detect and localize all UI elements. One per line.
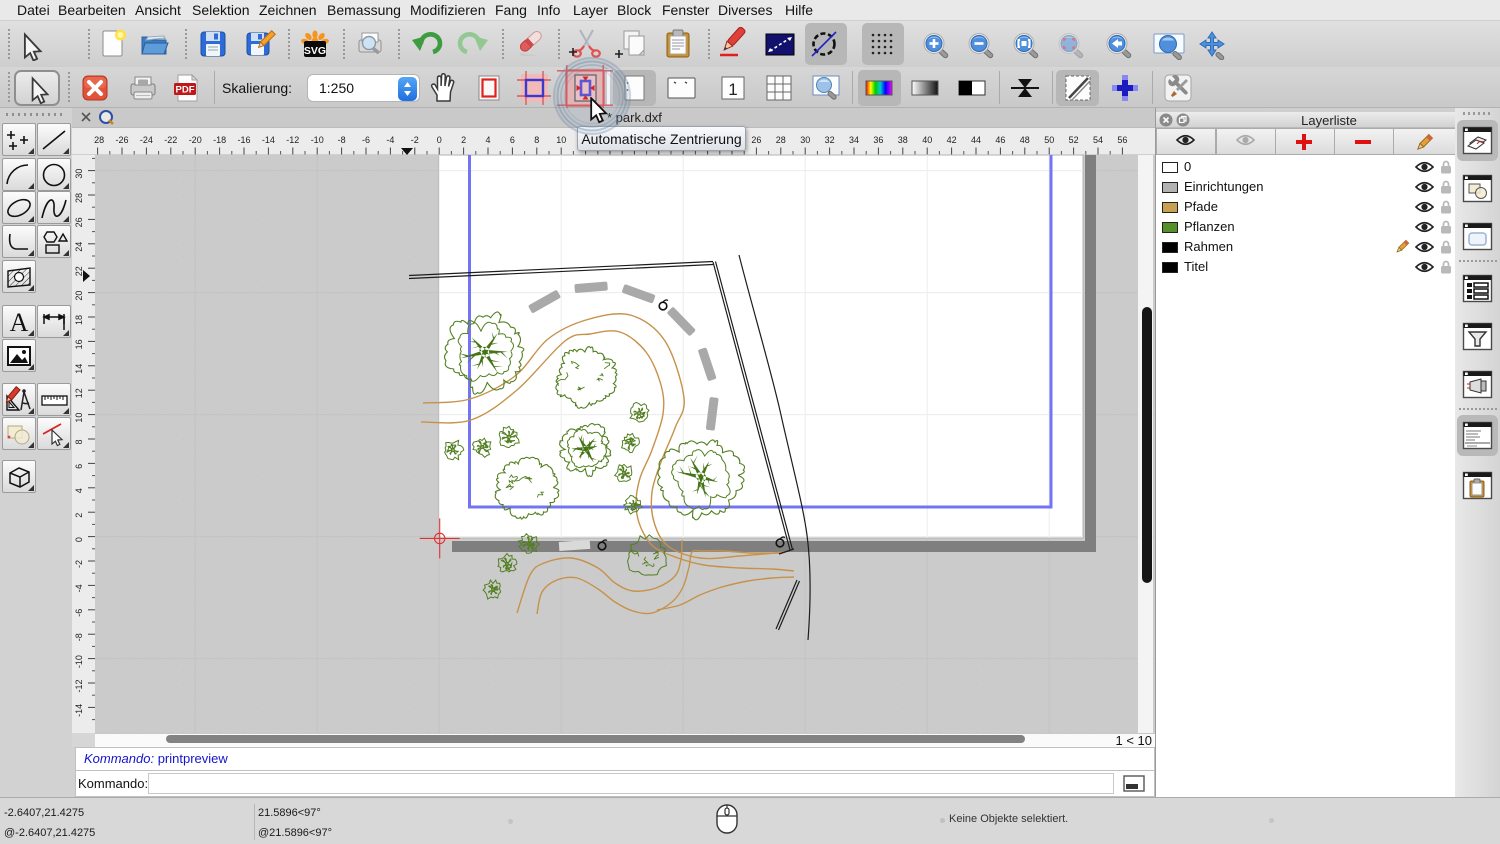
- svg-text:-8: -8: [74, 633, 84, 641]
- svg-text:30: 30: [74, 169, 84, 179]
- svg-text:56: 56: [1117, 135, 1127, 145]
- svg-text:1 < 10: 1 < 10: [1115, 733, 1152, 747]
- svg-text:-14: -14: [74, 704, 84, 717]
- svg-text:-12: -12: [74, 679, 84, 692]
- svg-text:24: 24: [74, 242, 84, 252]
- svg-text:-20: -20: [189, 135, 202, 145]
- svg-text:26: 26: [751, 135, 761, 145]
- svg-text:1: 1: [728, 80, 737, 99]
- svg-text:SVG: SVG: [304, 45, 326, 57]
- svg-text:32: 32: [825, 135, 835, 145]
- svg-text:PDF: PDF: [176, 85, 195, 96]
- svg-text:-4: -4: [74, 584, 84, 592]
- svg-text:10: 10: [74, 413, 84, 423]
- svg-text:0: 0: [437, 135, 442, 145]
- svg-text:-10: -10: [74, 655, 84, 668]
- svg-text:46: 46: [995, 135, 1005, 145]
- svg-text:42: 42: [947, 135, 957, 145]
- svg-text:-6: -6: [362, 135, 370, 145]
- svg-text:-22: -22: [164, 135, 177, 145]
- svg-text:-18: -18: [213, 135, 226, 145]
- svg-text:26: 26: [74, 217, 84, 227]
- svg-text:-2: -2: [411, 135, 419, 145]
- svg-text:-26: -26: [115, 135, 128, 145]
- svg-text:28: 28: [74, 193, 84, 203]
- svg-text:34: 34: [849, 135, 859, 145]
- svg-text:22: 22: [74, 266, 84, 276]
- svg-text:6: 6: [74, 464, 84, 469]
- svg-text:-12: -12: [286, 135, 299, 145]
- svg-text:-14: -14: [262, 135, 275, 145]
- svg-text:18: 18: [74, 315, 84, 325]
- svg-text:-2: -2: [74, 560, 84, 568]
- svg-text:54: 54: [1093, 135, 1103, 145]
- svg-text:38: 38: [898, 135, 908, 145]
- svg-text:4: 4: [485, 135, 490, 145]
- svg-text:14: 14: [74, 364, 84, 374]
- svg-text:2: 2: [74, 513, 84, 518]
- svg-text:44: 44: [971, 135, 981, 145]
- svg-text:28: 28: [776, 135, 786, 145]
- svg-text:-6: -6: [74, 609, 84, 617]
- svg-text:50: 50: [1044, 135, 1054, 145]
- svg-text:8: 8: [74, 439, 84, 444]
- svg-text:-16: -16: [237, 135, 250, 145]
- svg-text:40: 40: [922, 135, 932, 145]
- svg-text:30: 30: [800, 135, 810, 145]
- svg-text:0: 0: [74, 537, 84, 542]
- svg-text:48: 48: [1020, 135, 1030, 145]
- svg-text:20: 20: [74, 291, 84, 301]
- svg-text:-4: -4: [386, 135, 394, 145]
- svg-text:A: A: [10, 308, 29, 336]
- svg-text:8: 8: [534, 135, 539, 145]
- svg-text:36: 36: [873, 135, 883, 145]
- svg-text:-8: -8: [338, 135, 346, 145]
- svg-text:4: 4: [74, 488, 84, 493]
- svg-text:-10: -10: [311, 135, 324, 145]
- svg-text:12: 12: [74, 388, 84, 398]
- svg-text:16: 16: [74, 339, 84, 349]
- svg-text:-24: -24: [140, 135, 153, 145]
- svg-text:52: 52: [1069, 135, 1079, 145]
- svg-text:2: 2: [461, 135, 466, 145]
- svg-text:6: 6: [510, 135, 515, 145]
